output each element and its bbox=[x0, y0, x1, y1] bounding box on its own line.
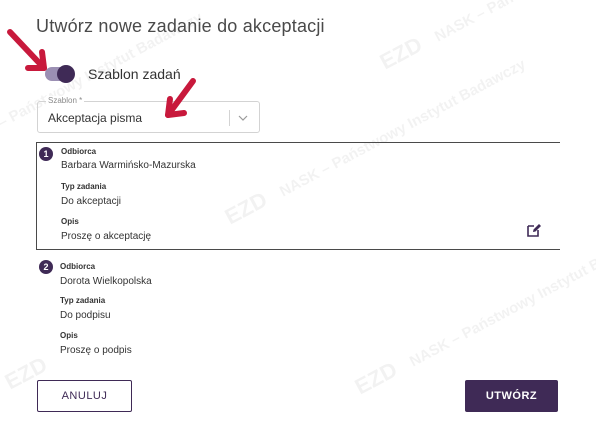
template-select[interactable]: Szablon * Akceptacja pisma bbox=[37, 96, 260, 133]
edit-icon[interactable] bbox=[526, 222, 542, 238]
description-label: Opis bbox=[61, 217, 79, 226]
toggle-knob bbox=[57, 65, 75, 83]
task-type-value: Do podpisu bbox=[60, 310, 111, 321]
template-toggle[interactable] bbox=[45, 65, 75, 83]
task-number-badge: 1 bbox=[39, 147, 53, 161]
select-separator bbox=[229, 110, 230, 126]
recipient-value: Dorota Wielkopolska bbox=[60, 276, 152, 287]
create-button[interactable]: UTWÓRZ bbox=[465, 380, 558, 412]
description-value: Proszę o akceptację bbox=[61, 231, 152, 242]
template-select-value: Akceptacja pisma bbox=[48, 111, 143, 125]
task-card[interactable]: 1 Odbiorca Barbara Warmińsko-Mazurska Ty… bbox=[36, 142, 560, 250]
dialog: Utwórz nowe zadanie do akceptacji Szablo… bbox=[0, 0, 596, 434]
task-type-value: Do akceptacji bbox=[61, 196, 122, 207]
task-type-label: Typ zadania bbox=[60, 296, 106, 305]
template-select-legend: Szablon * bbox=[46, 96, 85, 106]
chevron-down-icon[interactable] bbox=[237, 112, 249, 124]
task-card[interactable]: 2 Odbiorca Dorota Wielkopolska Typ zadan… bbox=[36, 256, 560, 366]
cancel-button[interactable]: ANULUJ bbox=[37, 380, 132, 412]
description-label: Opis bbox=[60, 331, 78, 340]
recipient-value: Barbara Warmińsko-Mazurska bbox=[61, 160, 196, 171]
dialog-title: Utwórz nowe zadanie do akceptacji bbox=[36, 16, 325, 36]
task-number-badge: 2 bbox=[39, 260, 53, 274]
recipient-label: Odbiorca bbox=[60, 262, 96, 271]
template-toggle-label: Szablon zadań bbox=[88, 66, 181, 82]
recipient-label: Odbiorca bbox=[61, 147, 97, 156]
description-value: Proszę o podpis bbox=[60, 345, 132, 356]
task-type-label: Typ zadania bbox=[61, 182, 107, 191]
